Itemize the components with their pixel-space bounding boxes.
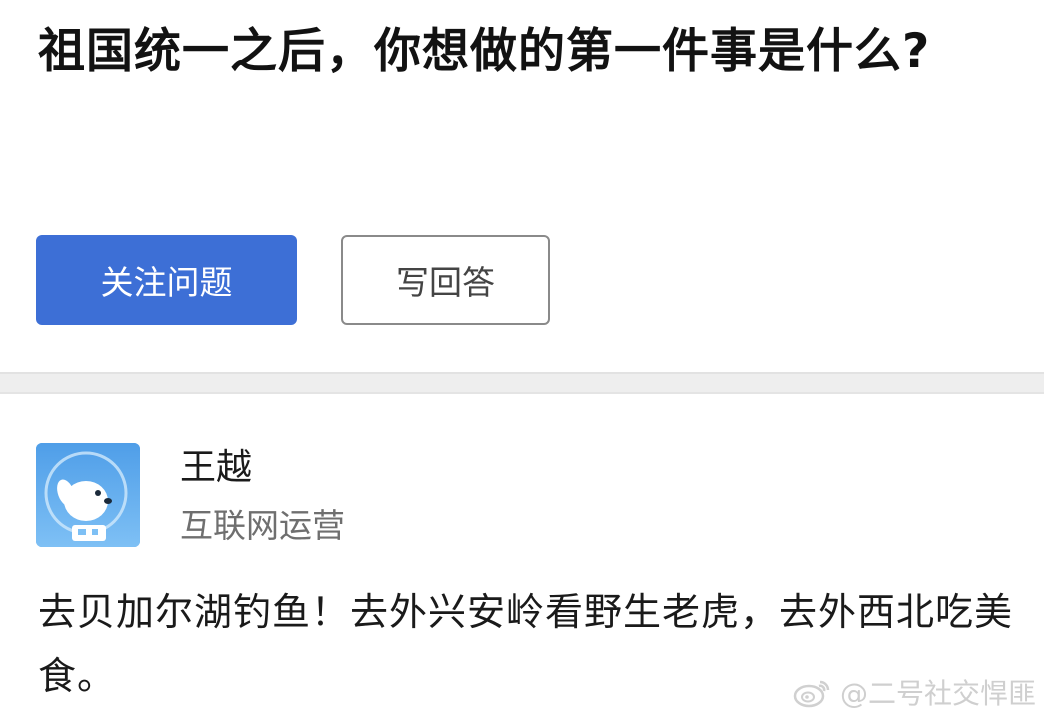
follow-question-button[interactable]: 关注问题 (36, 235, 297, 325)
weibo-icon (793, 680, 830, 708)
astronaut-dog-icon (36, 443, 140, 547)
avatar[interactable] (36, 443, 140, 547)
watermark-text: @二号社交悍匪 (839, 677, 1036, 710)
section-divider (0, 372, 1044, 394)
author-headline: 互联网运营 (180, 506, 345, 545)
author-name[interactable]: 王越 (180, 438, 252, 490)
question-title: 祖国统一之后，你想做的第一件事是什么? (38, 24, 931, 79)
write-answer-button[interactable]: 写回答 (341, 235, 550, 325)
watermark: @二号社交悍匪 (792, 672, 1036, 712)
